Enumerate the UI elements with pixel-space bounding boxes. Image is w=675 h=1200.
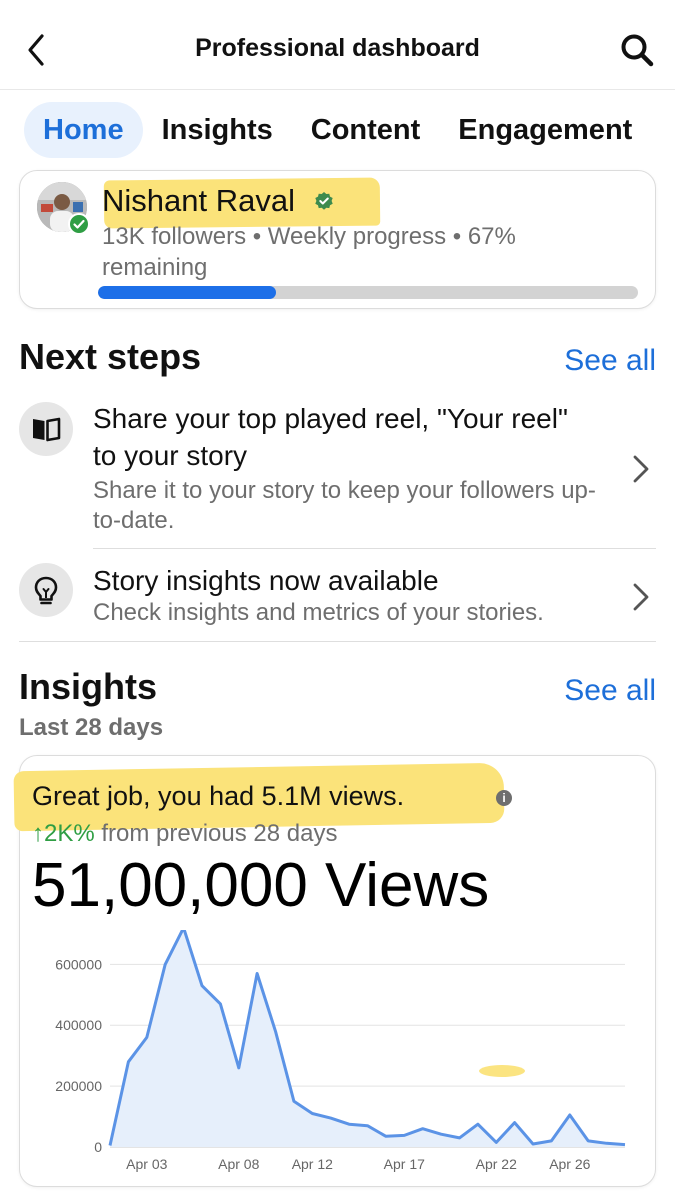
- tab-engagement[interactable]: Engagement: [439, 102, 651, 158]
- profile-stats: 13K followers • Weekly progress • 67% re…: [102, 223, 516, 281]
- page-title: Professional dashboard: [195, 34, 480, 62]
- weekly-progress-bar: [98, 286, 638, 299]
- next-steps-see-all-link[interactable]: See all: [564, 344, 656, 378]
- step-divider: [93, 548, 656, 549]
- chart-highlight-marker: [479, 1065, 525, 1077]
- step-subtitle: Check insights and metrics of your stori…: [93, 599, 544, 626]
- chart-y-tick-label: 200000: [55, 1078, 102, 1094]
- insights-see-all-link[interactable]: See all: [564, 674, 656, 708]
- step-title: Story insights now available: [93, 565, 439, 596]
- tab-bar: Home Insights Content Engagement: [24, 102, 651, 158]
- views-headline: Great job, you had 5.1M views.: [32, 781, 405, 811]
- chart-x-tick-label: Apr 26: [549, 1156, 590, 1172]
- section-divider: [19, 641, 656, 642]
- chevron-right-icon: [629, 454, 653, 484]
- chart-x-tick-label: Apr 08: [218, 1156, 259, 1172]
- profile-name[interactable]: Nishant Raval: [102, 183, 295, 219]
- total-views: 51,00,000 Views: [32, 851, 490, 920]
- tab-content[interactable]: Content: [292, 102, 440, 158]
- step-subtitle: Share it to your story to keep your foll…: [93, 477, 596, 534]
- chart-y-tick-label: 0: [94, 1139, 102, 1155]
- weekly-progress-fill: [98, 286, 277, 299]
- chart-x-tick-label: Apr 12: [292, 1156, 333, 1172]
- next-step-share-reel[interactable]: Share your top played reel, "Your reel" …: [19, 400, 657, 540]
- profile-card[interactable]: Nishant Raval 13K followers • Weekly pro…: [19, 170, 656, 309]
- step-title: Share your top played reel, "Your reel" …: [93, 403, 568, 471]
- chart-y-tick-label: 400000: [55, 1017, 102, 1033]
- insights-period: Last 28 days: [19, 714, 164, 741]
- views-change: ↑2K% from previous 28 days: [32, 820, 337, 848]
- next-steps-heading: Next steps: [19, 336, 202, 377]
- verified-badge-icon: [314, 191, 334, 211]
- tab-insights[interactable]: Insights: [143, 102, 292, 158]
- top-bar: Professional dashboard: [0, 0, 675, 90]
- online-check-badge-icon: [68, 213, 90, 235]
- tab-home[interactable]: Home: [24, 102, 143, 158]
- views-area-fill: [110, 930, 625, 1147]
- chart-y-tick-label: 600000: [55, 956, 102, 972]
- chart-x-tick-label: Apr 03: [126, 1156, 167, 1172]
- search-icon[interactable]: [619, 32, 655, 68]
- chart-x-tick-label: Apr 17: [384, 1156, 425, 1172]
- views-change-text: from previous 28 days: [94, 820, 338, 847]
- views-chart: 0200000400000600000 Apr 03 Apr 08 Apr 12 Ap…: [55, 930, 626, 1172]
- lightbulb-icon: [19, 563, 73, 617]
- views-change-value: ↑2K%: [32, 820, 95, 847]
- info-icon[interactable]: i: [496, 790, 512, 806]
- book-icon: [19, 402, 73, 456]
- chart-x-tick-label: Apr 22: [476, 1156, 517, 1172]
- insights-heading: Insights: [19, 666, 158, 707]
- chart-x-tick-labels: Apr 03 Apr 08 Apr 12 Apr 17 Apr 22 Apr 26: [126, 1156, 590, 1172]
- next-step-story-insights[interactable]: Story insights now available Check insig…: [19, 560, 657, 638]
- chart-y-tick-labels: 0 200000 400000 600000: [55, 956, 102, 1155]
- chevron-right-icon: [629, 582, 653, 612]
